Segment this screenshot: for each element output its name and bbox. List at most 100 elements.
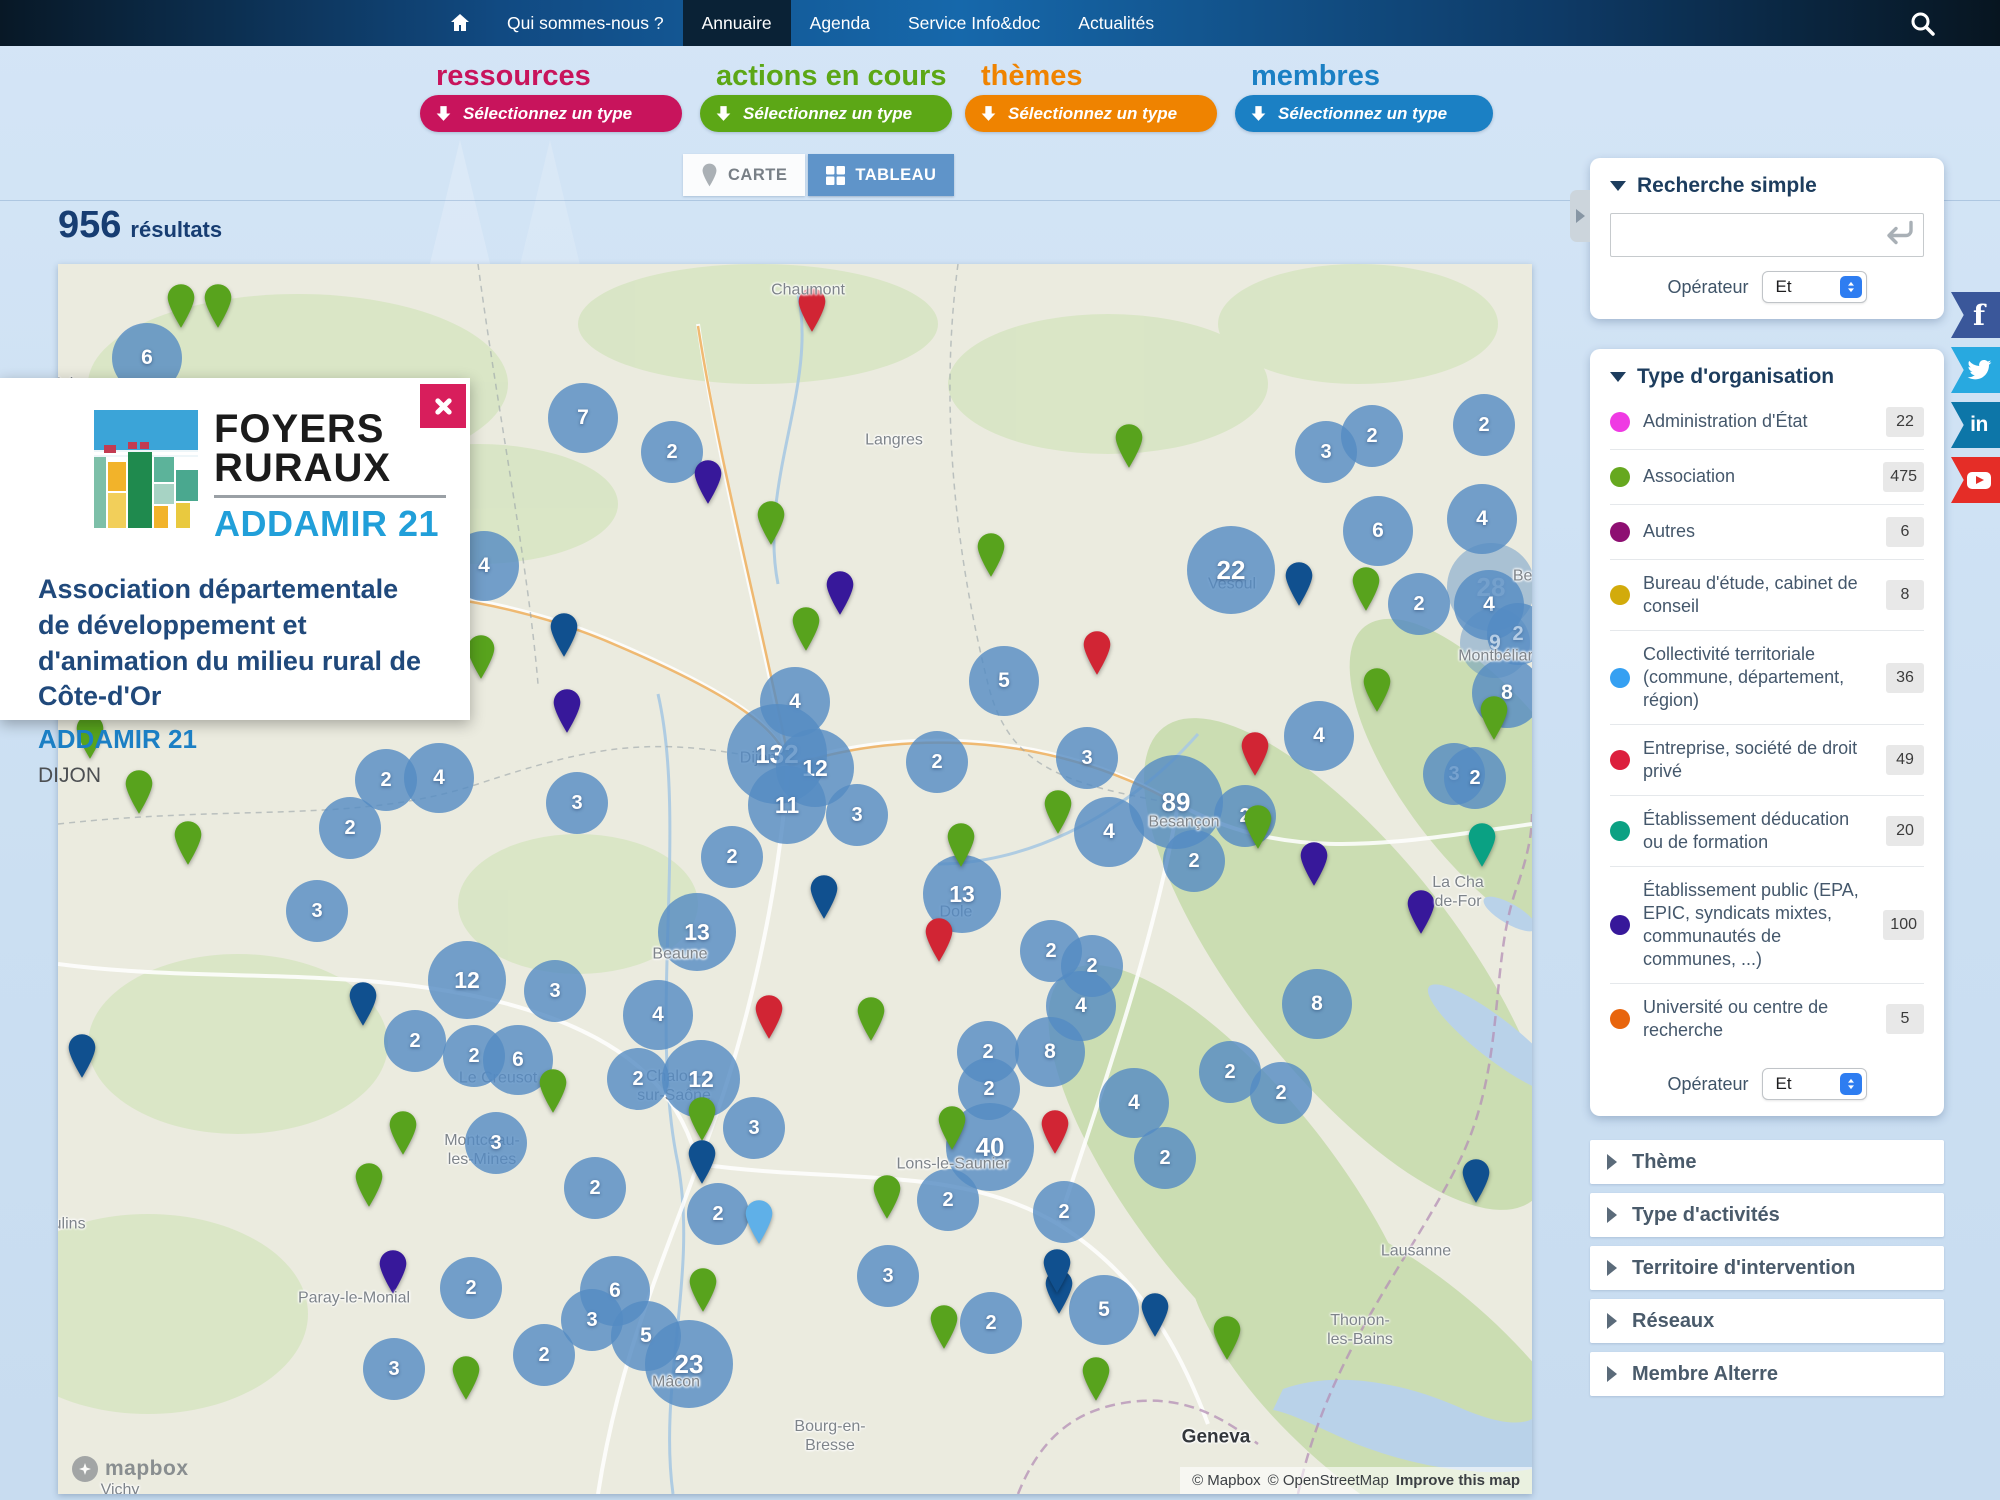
popup-close-button[interactable] <box>420 384 466 428</box>
logo-line3: ADDAMIR 21 <box>214 503 446 545</box>
org-type-collectivite-territoriale-commune-departement-region[interactable]: Collectivité territoriale (commune, dépa… <box>1610 631 1924 725</box>
carte-view-button[interactable]: CARTE <box>683 154 805 196</box>
linkedin-icon: in <box>1970 413 1988 437</box>
city-label-geneva: Geneva <box>1182 1427 1251 1450</box>
type-color-dot <box>1610 585 1630 605</box>
type-color-dot <box>1610 821 1630 841</box>
accordion-membre-alterre[interactable]: Membre Alterre <box>1590 1352 1944 1396</box>
map-pin-icon <box>701 163 718 187</box>
nav-item-actualites[interactable]: Actualités <box>1059 0 1173 46</box>
filter-pill-label: Sélectionnez un type <box>743 104 912 124</box>
org-type-autres[interactable]: Autres6 <box>1610 505 1924 560</box>
chevron-down-icon <box>1610 181 1626 191</box>
org-type-universite-ou-centre-de-recherche[interactable]: Université ou centre de recherche5 <box>1610 984 1924 1054</box>
city-label-bourg-en-bresse: Bourg-en- Bresse <box>794 1417 865 1455</box>
type-color-dot <box>1610 467 1630 487</box>
type-color-dot <box>1610 522 1630 542</box>
top-navigation-bar: Qui sommes-nous ?AnnuaireAgendaService I… <box>0 0 2000 46</box>
org-type-label: Bureau d'étude, cabinet de conseil <box>1643 572 1873 618</box>
org-type-label: Établissement public (EPA, EPIC, syndica… <box>1643 879 1870 971</box>
org-type-etablissement-deducation-ou-de-formation[interactable]: Établissement déducation ou de formation… <box>1610 796 1924 867</box>
organisation-type-list: Administration d'État22Association475Aut… <box>1610 395 1924 1054</box>
arrow-down-icon <box>434 104 453 123</box>
filter-select-actions-en-cours[interactable]: Sélectionnez un type <box>700 95 952 132</box>
operator-label: Opérateur <box>1667 1074 1748 1095</box>
org-type-label: Collectivité territoriale (commune, dépa… <box>1643 643 1873 712</box>
organisation-type-title: Type d'organisation <box>1637 365 1834 389</box>
nav-item-service-info-doc[interactable]: Service Info&doc <box>889 0 1059 46</box>
arrow-down-icon <box>714 104 733 123</box>
city-label-lons-le-saunier: Lons-le-Saunier <box>897 1154 1010 1173</box>
search-operator-select[interactable]: Et <box>1762 271 1867 303</box>
sidebar-collapse-tab[interactable] <box>1570 190 1590 242</box>
improve-map-link[interactable]: Improve this map <box>1396 1472 1520 1489</box>
organisation-type-panel: Type d'organisation Administration d'Éta… <box>1590 349 1944 1116</box>
accordion-territoire-d-intervention[interactable]: Territoire d'intervention <box>1590 1246 1944 1290</box>
accordion-type-d-activites[interactable]: Type d'activités <box>1590 1193 1944 1237</box>
org-type-entreprise-societe-de-droit-prive[interactable]: Entreprise, société de droit privé 49 <box>1610 725 1924 796</box>
simple-search-header[interactable]: Recherche simple <box>1610 174 1924 198</box>
osm-attribution-link[interactable]: © OpenStreetMap <box>1268 1472 1389 1489</box>
organisation-type-header[interactable]: Type d'organisation <box>1610 365 1924 389</box>
filter-themes: thèmesSélectionnez un type <box>965 60 1217 132</box>
table-grid-icon <box>826 166 845 185</box>
nav-item-agenda[interactable]: Agenda <box>791 0 889 46</box>
accordion-reseaux[interactable]: Réseaux <box>1590 1299 1944 1343</box>
chevron-right-icon <box>1607 1207 1617 1223</box>
carte-label: CARTE <box>728 166 787 185</box>
tableau-view-button[interactable]: TABLEAU <box>808 154 954 196</box>
accordion-list: Thème Type d'activités Territoire d'interv… <box>1590 1140 1944 1396</box>
nav-item-qui-sommes-nous[interactable]: Qui sommes-nous ? <box>488 0 683 46</box>
search-operator-row: Opérateur Et <box>1610 271 1924 303</box>
city-label-paray-le-monial: Paray-le-Monial <box>298 1288 410 1307</box>
facebook-link[interactable]: f <box>1951 292 2000 338</box>
mapbox-attribution-link[interactable]: © Mapbox <box>1192 1472 1261 1489</box>
org-type-count: 5 <box>1886 1004 1924 1034</box>
city-label-besancon: Besançon <box>1148 812 1219 831</box>
org-type-association[interactable]: Association475 <box>1610 450 1924 505</box>
filter-select-ressources[interactable]: Sélectionnez un type <box>420 95 682 132</box>
org-type-count: 20 <box>1886 816 1924 846</box>
filter-title-ressources: ressources <box>436 60 682 92</box>
nav-search-button[interactable] <box>1908 9 1938 39</box>
org-type-count: 6 <box>1886 517 1924 547</box>
accordion-label: Réseaux <box>1632 1310 1714 1333</box>
home-button[interactable] <box>432 0 488 46</box>
accordion-label: Type d'activités <box>1632 1204 1780 1227</box>
mapbox-logo[interactable]: mapbox <box>72 1456 189 1482</box>
org-type-count: 36 <box>1886 663 1924 693</box>
map-attribution: © Mapbox © OpenStreetMap Improve this ma… <box>1180 1467 1532 1494</box>
org-type-count: 22 <box>1886 407 1924 437</box>
search-input[interactable] <box>1610 213 1924 257</box>
popup-city: DIJON <box>38 764 432 788</box>
view-toggle: CARTE TABLEAU <box>683 154 954 196</box>
youtube-icon <box>1967 472 1991 489</box>
filter-pill-label: Sélectionnez un type <box>1278 104 1447 124</box>
submit-search-icon[interactable] <box>1881 219 1915 252</box>
accordion-theme[interactable]: Thème <box>1590 1140 1944 1184</box>
chevron-right-icon <box>1607 1154 1617 1170</box>
result-popup-card[interactable]: FOYERS RURAUX ADDAMIR 21 Association dép… <box>0 378 470 720</box>
type-color-dot <box>1610 412 1630 432</box>
youtube-link[interactable] <box>1951 457 2000 503</box>
filter-select-membres[interactable]: Sélectionnez un type <box>1235 95 1493 132</box>
type-color-dot <box>1610 668 1630 688</box>
twitter-link[interactable] <box>1951 347 2000 393</box>
org-type-count: 49 <box>1886 745 1924 775</box>
org-type-label: Entreprise, société de droit privé <box>1643 737 1873 783</box>
city-label-chaumont: Chaumont <box>771 280 845 299</box>
chevron-right-icon <box>1607 1260 1617 1276</box>
org-operator-select[interactable]: Et <box>1762 1068 1867 1100</box>
select-stepper-icon <box>1840 276 1862 298</box>
linkedin-link[interactable]: in <box>1951 402 2000 448</box>
mapbox-wordmark: mapbox <box>105 1457 189 1481</box>
org-type-administration-d-etat[interactable]: Administration d'État22 <box>1610 395 1924 450</box>
nav-item-annuaire[interactable]: Annuaire <box>683 0 791 46</box>
results-label: résultats <box>130 217 222 243</box>
org-type-bureau-d-etude-cabinet-de-conseil[interactable]: Bureau d'étude, cabinet de conseil8 <box>1610 560 1924 631</box>
org-operator-row: Opérateur Et <box>1610 1068 1924 1100</box>
type-color-dot <box>1610 1009 1630 1029</box>
simple-search-panel: Recherche simple Opérateur Et <box>1590 158 1944 319</box>
org-type-etablissement-public-epa-epic-syndicats-mixtes-communautes-de-communes[interactable]: Établissement public (EPA, EPIC, syndica… <box>1610 867 1924 984</box>
filter-select-themes[interactable]: Sélectionnez un type <box>965 95 1217 132</box>
